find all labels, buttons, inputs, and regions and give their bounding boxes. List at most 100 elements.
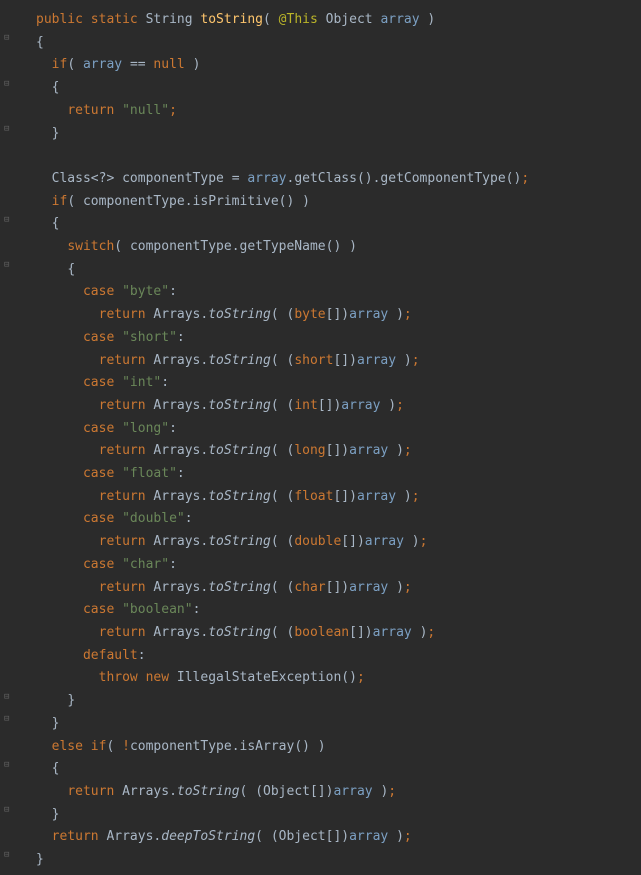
- kw-return: return: [67, 784, 114, 799]
- fold-marker[interactable]: ⊟: [4, 715, 13, 724]
- paren: (: [271, 829, 279, 844]
- call-isArray: isArray: [240, 739, 295, 754]
- kw-if: if: [52, 57, 68, 72]
- call-toString: toString: [208, 625, 271, 640]
- op-assign: =: [232, 171, 240, 186]
- paren: (: [271, 625, 279, 640]
- paren: (: [255, 784, 263, 799]
- id-array: array: [247, 171, 286, 186]
- paren: (: [357, 171, 365, 186]
- fold-marker[interactable]: ⊟: [4, 693, 13, 702]
- brackets: []: [318, 398, 334, 413]
- paren: ): [396, 829, 404, 844]
- fold-marker[interactable]: ⊟: [4, 125, 13, 134]
- kw-case: case: [83, 375, 114, 390]
- semi: ;: [396, 398, 404, 413]
- op-not: !: [122, 739, 130, 754]
- id-componentType: componentType: [130, 739, 232, 754]
- paren: ): [349, 353, 357, 368]
- op-eqeq: ==: [130, 57, 146, 72]
- str-float: "float": [122, 466, 177, 481]
- kw-return: return: [99, 625, 146, 640]
- semi: ;: [404, 580, 412, 595]
- paren: ): [349, 489, 357, 504]
- brace: }: [52, 126, 60, 141]
- paren: (: [67, 194, 75, 209]
- call-deepToString: deepToString: [161, 829, 255, 844]
- fold-marker[interactable]: ⊟: [4, 216, 13, 225]
- call-toString: toString: [208, 353, 271, 368]
- paren: ): [365, 625, 373, 640]
- fold-marker[interactable]: ⊟: [4, 851, 13, 860]
- kw-case: case: [83, 466, 114, 481]
- paren: ): [396, 580, 404, 595]
- brace: {: [67, 262, 75, 277]
- code-editor[interactable]: public static String toString( @This Obj…: [18, 0, 529, 875]
- type-arrays: Arrays: [153, 580, 200, 595]
- paren: ): [388, 398, 396, 413]
- paren: (: [271, 398, 279, 413]
- brace: }: [36, 852, 44, 867]
- semi: ;: [404, 307, 412, 322]
- call-toString: toString: [208, 307, 271, 322]
- str-int: "int": [122, 375, 161, 390]
- paren: ): [341, 307, 349, 322]
- paren: ): [302, 739, 310, 754]
- kw-new: new: [146, 670, 169, 685]
- semi: ;: [169, 103, 177, 118]
- type-char: char: [294, 580, 325, 595]
- colon: :: [169, 284, 177, 299]
- paren: ): [318, 739, 326, 754]
- kw-return: return: [99, 443, 146, 458]
- type-arrays: Arrays: [106, 829, 153, 844]
- semi: ;: [420, 534, 428, 549]
- fold-marker[interactable]: ⊟: [4, 806, 13, 815]
- type-int: int: [294, 398, 317, 413]
- kw-return: return: [99, 398, 146, 413]
- method-name: toString: [200, 12, 263, 27]
- colon: :: [185, 511, 193, 526]
- type-arrays: Arrays: [153, 307, 200, 322]
- kw-return: return: [99, 580, 146, 595]
- paren: (: [271, 580, 279, 595]
- call-isPrimitive: isPrimitive: [193, 194, 279, 209]
- call-getClass: getClass: [294, 171, 357, 186]
- id-array: array: [373, 625, 412, 640]
- paren: ): [404, 489, 412, 504]
- brace: }: [67, 693, 75, 708]
- colon: :: [193, 602, 201, 617]
- paren: (: [271, 307, 279, 322]
- paren: ): [365, 171, 373, 186]
- id-componentType: componentType: [122, 171, 224, 186]
- type-object: Object: [263, 784, 310, 799]
- fold-marker[interactable]: ⊟: [4, 34, 13, 43]
- paren: ): [349, 239, 357, 254]
- call-toString: toString: [208, 398, 271, 413]
- paren: ): [412, 534, 420, 549]
- colon: :: [177, 330, 185, 345]
- type-arrays: Arrays: [153, 353, 200, 368]
- dot: .: [185, 194, 193, 209]
- colon: :: [169, 421, 177, 436]
- brackets: []: [349, 625, 365, 640]
- id-array: array: [365, 534, 404, 549]
- id-componentType: componentType: [130, 239, 232, 254]
- semi: ;: [404, 443, 412, 458]
- type-class: Class: [52, 171, 91, 186]
- id-array: array: [341, 398, 380, 413]
- brace: }: [52, 807, 60, 822]
- fold-marker[interactable]: ⊟: [4, 80, 13, 89]
- type-arrays: Arrays: [153, 625, 200, 640]
- type-arrays: Arrays: [153, 398, 200, 413]
- brackets: []: [333, 489, 349, 504]
- brace: {: [52, 80, 60, 95]
- str-boolean: "boolean": [122, 602, 192, 617]
- brace: {: [36, 35, 44, 50]
- kw-public: public: [36, 12, 83, 27]
- kw-case: case: [83, 602, 114, 617]
- paren: ): [302, 194, 310, 209]
- str-double: "double": [122, 511, 185, 526]
- fold-marker[interactable]: ⊟: [4, 761, 13, 770]
- fold-marker[interactable]: ⊟: [4, 261, 13, 270]
- kw-if: if: [52, 194, 68, 209]
